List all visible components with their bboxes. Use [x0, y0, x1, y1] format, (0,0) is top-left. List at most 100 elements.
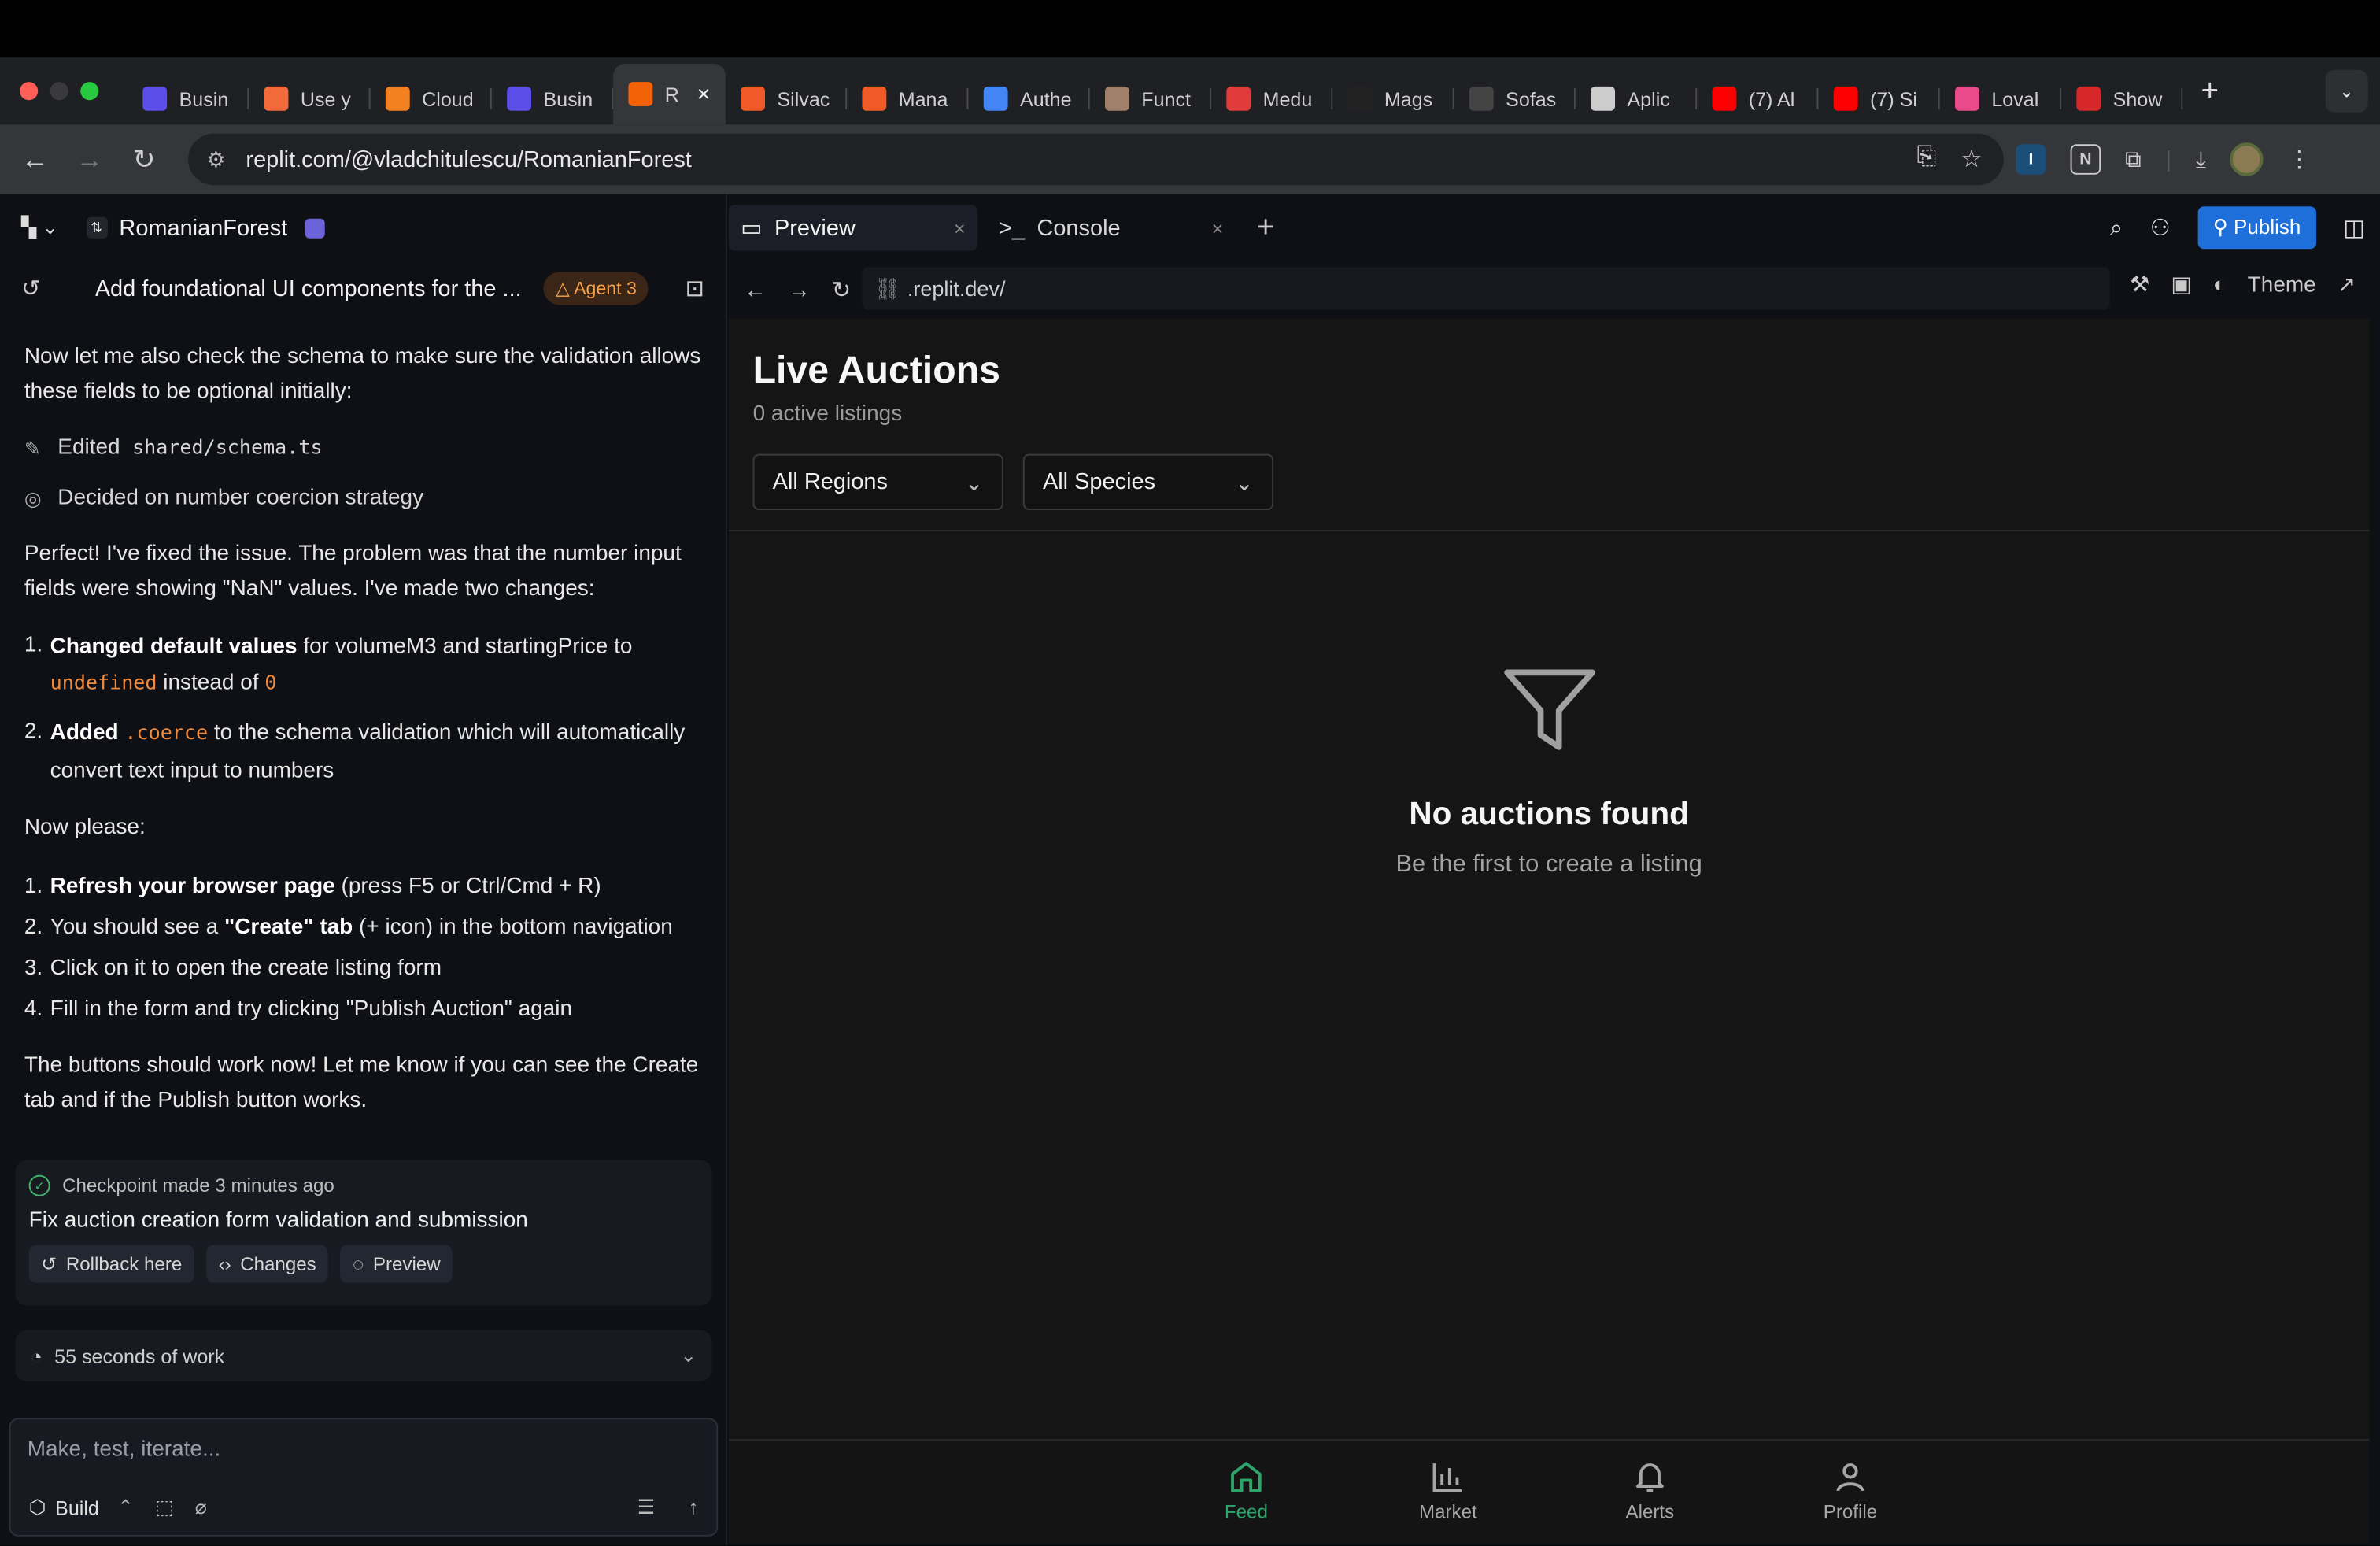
preview-back-icon[interactable]: ← — [744, 277, 767, 303]
download-icon[interactable]: ⤓ — [2196, 146, 2206, 172]
close-window-button[interactable] — [20, 82, 39, 101]
browser-tab[interactable]: Medu — [1211, 73, 1333, 125]
bar-chart-icon — [1388, 1456, 1509, 1499]
nav-profile[interactable]: Profile — [1790, 1456, 1911, 1522]
browser-tab[interactable]: Use y — [249, 73, 371, 125]
devtools-icon[interactable]: ⚒ — [2130, 273, 2149, 298]
profile-avatar[interactable] — [2230, 142, 2264, 176]
list-number: 2. — [24, 719, 43, 745]
preview-reload-icon[interactable]: ↻ — [832, 276, 851, 304]
checkpoint-preview-button[interactable]: ◌ Preview — [340, 1245, 453, 1283]
back-icon[interactable]: ← — [8, 143, 62, 176]
tab-console[interactable]: >_ Console × — [987, 205, 1236, 250]
chat-composer[interactable]: Make, test, iterate... ⬡ Build ⌃ ⬚ ⌀ ☰ ↑ — [9, 1418, 719, 1537]
browser-tab[interactable]: Mags — [1332, 73, 1454, 125]
browser-tab[interactable]: (7) Al — [1697, 73, 1819, 125]
nav-alerts[interactable]: Alerts — [1589, 1456, 1710, 1523]
invite-user-icon[interactable]: ⚇ — [2150, 214, 2171, 242]
send-arrow-icon[interactable]: ↑ — [689, 1496, 699, 1520]
browser-tab[interactable]: Busin — [128, 73, 249, 125]
work-summary[interactable]: ◔ 55 seconds of work ⌄ — [15, 1330, 712, 1382]
edited-file-action[interactable]: ✎ Edited shared/schema.ts — [24, 431, 708, 466]
browser-tab[interactable]: Funct — [1090, 73, 1212, 125]
tab-search-button[interactable]: ⌄ — [2325, 69, 2368, 113]
browser-tab[interactable]: Cloud — [371, 73, 492, 125]
browser-tab[interactable]: Authe — [968, 73, 1090, 125]
build-mode-button[interactable]: ⬡ Build ⌃ — [29, 1496, 134, 1520]
puzzle-icon[interactable]: ⧉ — [2125, 146, 2142, 172]
kebab-menu-icon[interactable]: ⋮ — [2288, 146, 2311, 173]
close-icon[interactable]: × — [1212, 216, 1224, 239]
preview-label: Preview — [372, 1253, 441, 1275]
gauge-icon: ◔ — [30, 1344, 42, 1367]
nav-alerts-label: Alerts — [1625, 1501, 1675, 1523]
browser-tab-label: Aplic — [1627, 87, 1670, 110]
history-icon[interactable]: ↺ — [21, 275, 40, 302]
plain-text: instead of — [157, 671, 265, 696]
browser-tab[interactable]: Mana — [847, 73, 969, 125]
close-tab-icon[interactable]: × — [697, 81, 711, 107]
window-controls — [0, 82, 128, 101]
menu-bar — [0, 0, 2380, 58]
bookmark-star-icon[interactable]: ☆ — [1961, 144, 1983, 175]
changes-button[interactable]: ‹› Changes — [206, 1245, 329, 1283]
new-tab-button[interactable]: + — [2201, 74, 2219, 109]
preview-url-field[interactable]: ⛓ .replit.dev/ — [862, 267, 2110, 310]
decision-action[interactable]: ◎ Decided on number coercion strategy — [24, 481, 708, 516]
extension-icon[interactable]: I — [2016, 144, 2046, 175]
brain-icon: ◎ — [24, 487, 42, 511]
attach-icon[interactable]: ⌀ — [195, 1496, 207, 1520]
zoom-window-button[interactable] — [80, 82, 99, 101]
species-select[interactable]: All Species ⌄ — [1022, 453, 1274, 511]
select-element-icon[interactable]: ⬚ — [155, 1496, 174, 1520]
reload-icon[interactable]: ↻ — [117, 143, 172, 176]
close-icon[interactable]: × — [954, 216, 966, 239]
publish-label: Publish — [2233, 215, 2301, 239]
add-tab-button[interactable]: + — [1257, 210, 1275, 245]
favicon-icon — [1226, 86, 1251, 111]
chevron-down-icon: ⌄ — [964, 469, 984, 496]
list-item: 2. Added .coerce to the schema validatio… — [24, 715, 708, 790]
browser-tab-label: Mags — [1384, 87, 1433, 110]
theme-label[interactable]: Theme — [2248, 273, 2316, 298]
new-chat-icon[interactable]: ⊡ — [686, 275, 704, 302]
preview-forward-icon[interactable]: → — [788, 277, 811, 303]
install-app-icon[interactable]: ⎘ — [1917, 144, 1937, 175]
browser-tab[interactable]: Loval — [1940, 73, 2062, 125]
layout-icon[interactable]: ▚ ⌄ — [21, 216, 58, 240]
region-select[interactable]: All Regions ⌄ — [752, 453, 1003, 511]
site-info-icon[interactable]: ⚙ — [206, 146, 246, 172]
open-external-icon[interactable]: ↗ — [2338, 273, 2356, 298]
minimize-window-button[interactable] — [50, 82, 68, 101]
checkpoint-title: Fix auction creation form validation and… — [28, 1208, 528, 1233]
chevron-up-icon: ⌃ — [117, 1495, 135, 1518]
rollback-button[interactable]: ↺ Rollback here — [28, 1245, 194, 1283]
search-icon[interactable]: ⌕ — [2110, 215, 2123, 241]
palette-icon[interactable]: ◐ — [2213, 273, 2227, 298]
settings-sliders-icon[interactable]: ☰ — [638, 1496, 655, 1520]
split-pane-icon[interactable]: ◫ — [2343, 214, 2364, 242]
publish-button[interactable]: ⚲ Publish — [2197, 206, 2316, 250]
browser-tab[interactable]: Busin — [492, 73, 614, 125]
browser-tab[interactable]: Sofas — [1454, 73, 1576, 125]
thread-title[interactable]: Add foundational UI components for the .… — [95, 276, 529, 301]
browser-tab[interactable]: Silvac — [726, 73, 848, 125]
browser-tab[interactable]: (7) Si — [1818, 73, 1940, 125]
agent-badge[interactable]: △ Agent 3 — [543, 272, 649, 305]
browser-tab[interactable]: R × — [613, 64, 726, 125]
bold-text: Refresh your browser page — [50, 874, 335, 899]
browser-tab-label: Loval — [1991, 87, 2039, 110]
list-number: 1. — [24, 633, 43, 658]
browser-tab[interactable]: Aplic — [1576, 73, 1698, 125]
work-summary-text: 55 seconds of work — [54, 1344, 225, 1367]
notion-icon[interactable]: N — [2070, 144, 2101, 175]
nav-market[interactable]: Market — [1388, 1456, 1509, 1522]
forward-icon[interactable]: → — [62, 143, 116, 176]
address-bar[interactable]: ⚙ replit.com/@vladchitulescu/RomanianFor… — [188, 133, 2004, 186]
devices-icon[interactable]: ▣ — [2171, 273, 2191, 298]
nav-feed[interactable]: Feed — [1185, 1456, 1306, 1522]
tab-preview[interactable]: ▭ Preview × — [728, 205, 978, 251]
project-name[interactable]: RomanianForest — [119, 215, 287, 241]
browser-tab[interactable]: Show — [2061, 73, 2183, 125]
browser-tab-label: Authe — [1020, 87, 1072, 110]
